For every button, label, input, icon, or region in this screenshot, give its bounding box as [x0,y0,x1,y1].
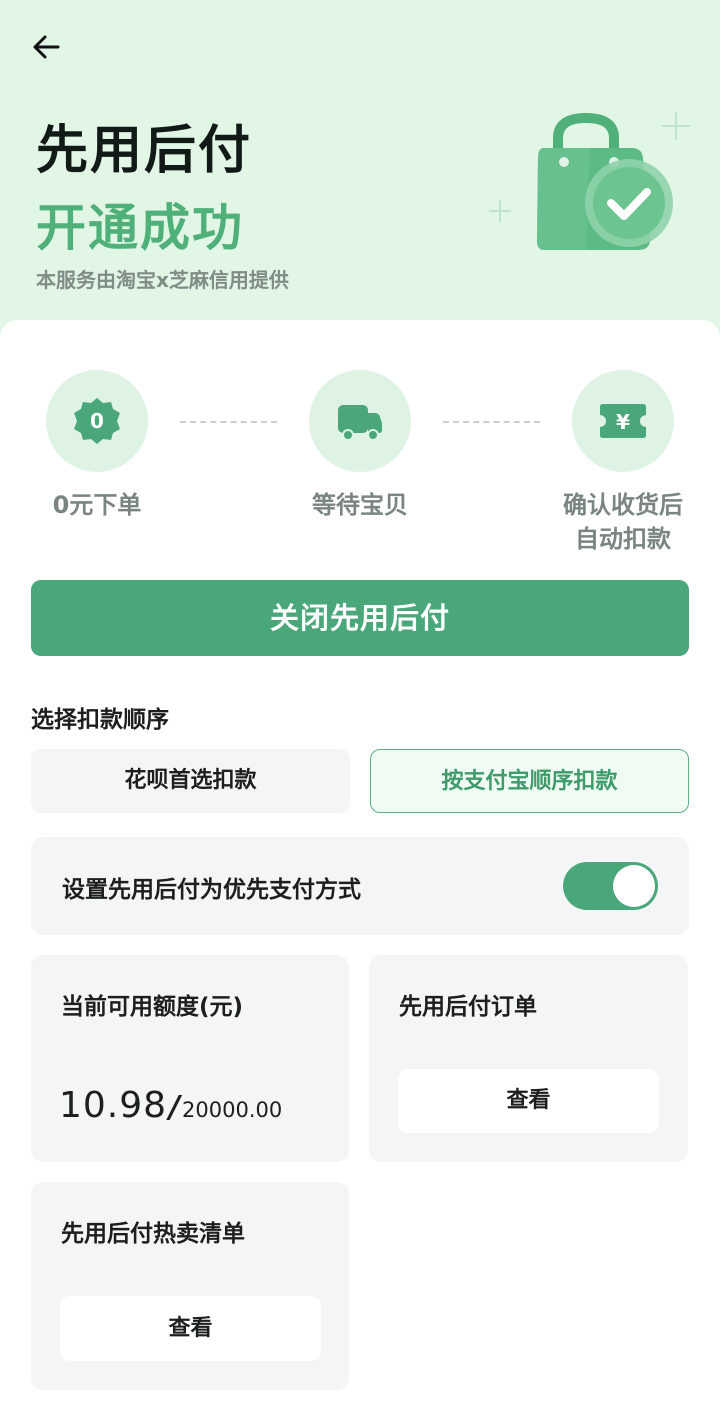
deduction-order-title: 选择扣款顺序 [31,707,169,733]
success-subtitle: 开通成功 [36,199,244,257]
quota-separator: / [169,1090,181,1125]
hot-list-tile: 先用后付热卖清单 查看 [31,1182,349,1390]
option-alipay-order[interactable]: 按支付宝顺序扣款 [370,749,689,813]
preferred-payment-row: 设置先用后付为优先支付方式 [31,837,689,935]
step-label-auto-deduct: 确认收货后 自动扣款 [543,488,703,556]
arrow-left-icon [33,35,60,59]
option-huabei-first[interactable]: 花呗首选扣款 [31,749,350,813]
zero-badge-icon: 0 [74,398,120,444]
orders-title: 先用后付订单 [399,994,537,1020]
back-button[interactable] [28,28,68,68]
toggle-knob [613,865,655,907]
truck-icon [338,405,382,441]
quota-current: 10.98 [59,1085,168,1126]
yuan-ticket-icon: ¥ [600,404,646,438]
quota-title: 当前可用额度(元) [61,994,244,1020]
hot-list-title: 先用后付热卖清单 [61,1221,245,1247]
hero-header: 先用后付 开通成功 本服务由淘宝x芝麻信用提供 [0,0,720,360]
step-zero-order: 0 [46,370,148,472]
quota-total: 20000.00 [182,1098,283,1122]
shopping-bag-check-icon [489,112,690,250]
step-connector [443,421,540,423]
step-label-line: 确认收货后 [563,491,683,519]
provider-note: 本服务由淘宝x芝麻信用提供 [36,268,289,292]
preferred-payment-label: 设置先用后付为优先支付方式 [62,877,361,903]
step-auto-deduct: ¥ [572,370,674,472]
step-connector [180,421,277,423]
step-label-zero-order: 0元下单 [52,491,142,519]
step-waiting [309,370,411,472]
preferred-payment-toggle[interactable] [563,862,658,910]
view-orders-button[interactable]: 查看 [398,1069,659,1133]
svg-text:0: 0 [90,409,104,433]
quota-value: 10.98/20000.00 [59,1085,282,1126]
page-title: 先用后付 [36,121,253,181]
svg-text:¥: ¥ [616,410,630,434]
step-label-line: 自动扣款 [575,525,671,553]
close-pay-later-button[interactable]: 关闭先用后付 [31,580,689,656]
orders-tile: 先用后付订单 查看 [369,955,688,1162]
quota-tile: 当前可用额度(元) 10.98/20000.00 [31,955,349,1162]
view-hot-list-button[interactable]: 查看 [60,1296,321,1361]
step-label-waiting: 等待宝贝 [312,491,408,519]
